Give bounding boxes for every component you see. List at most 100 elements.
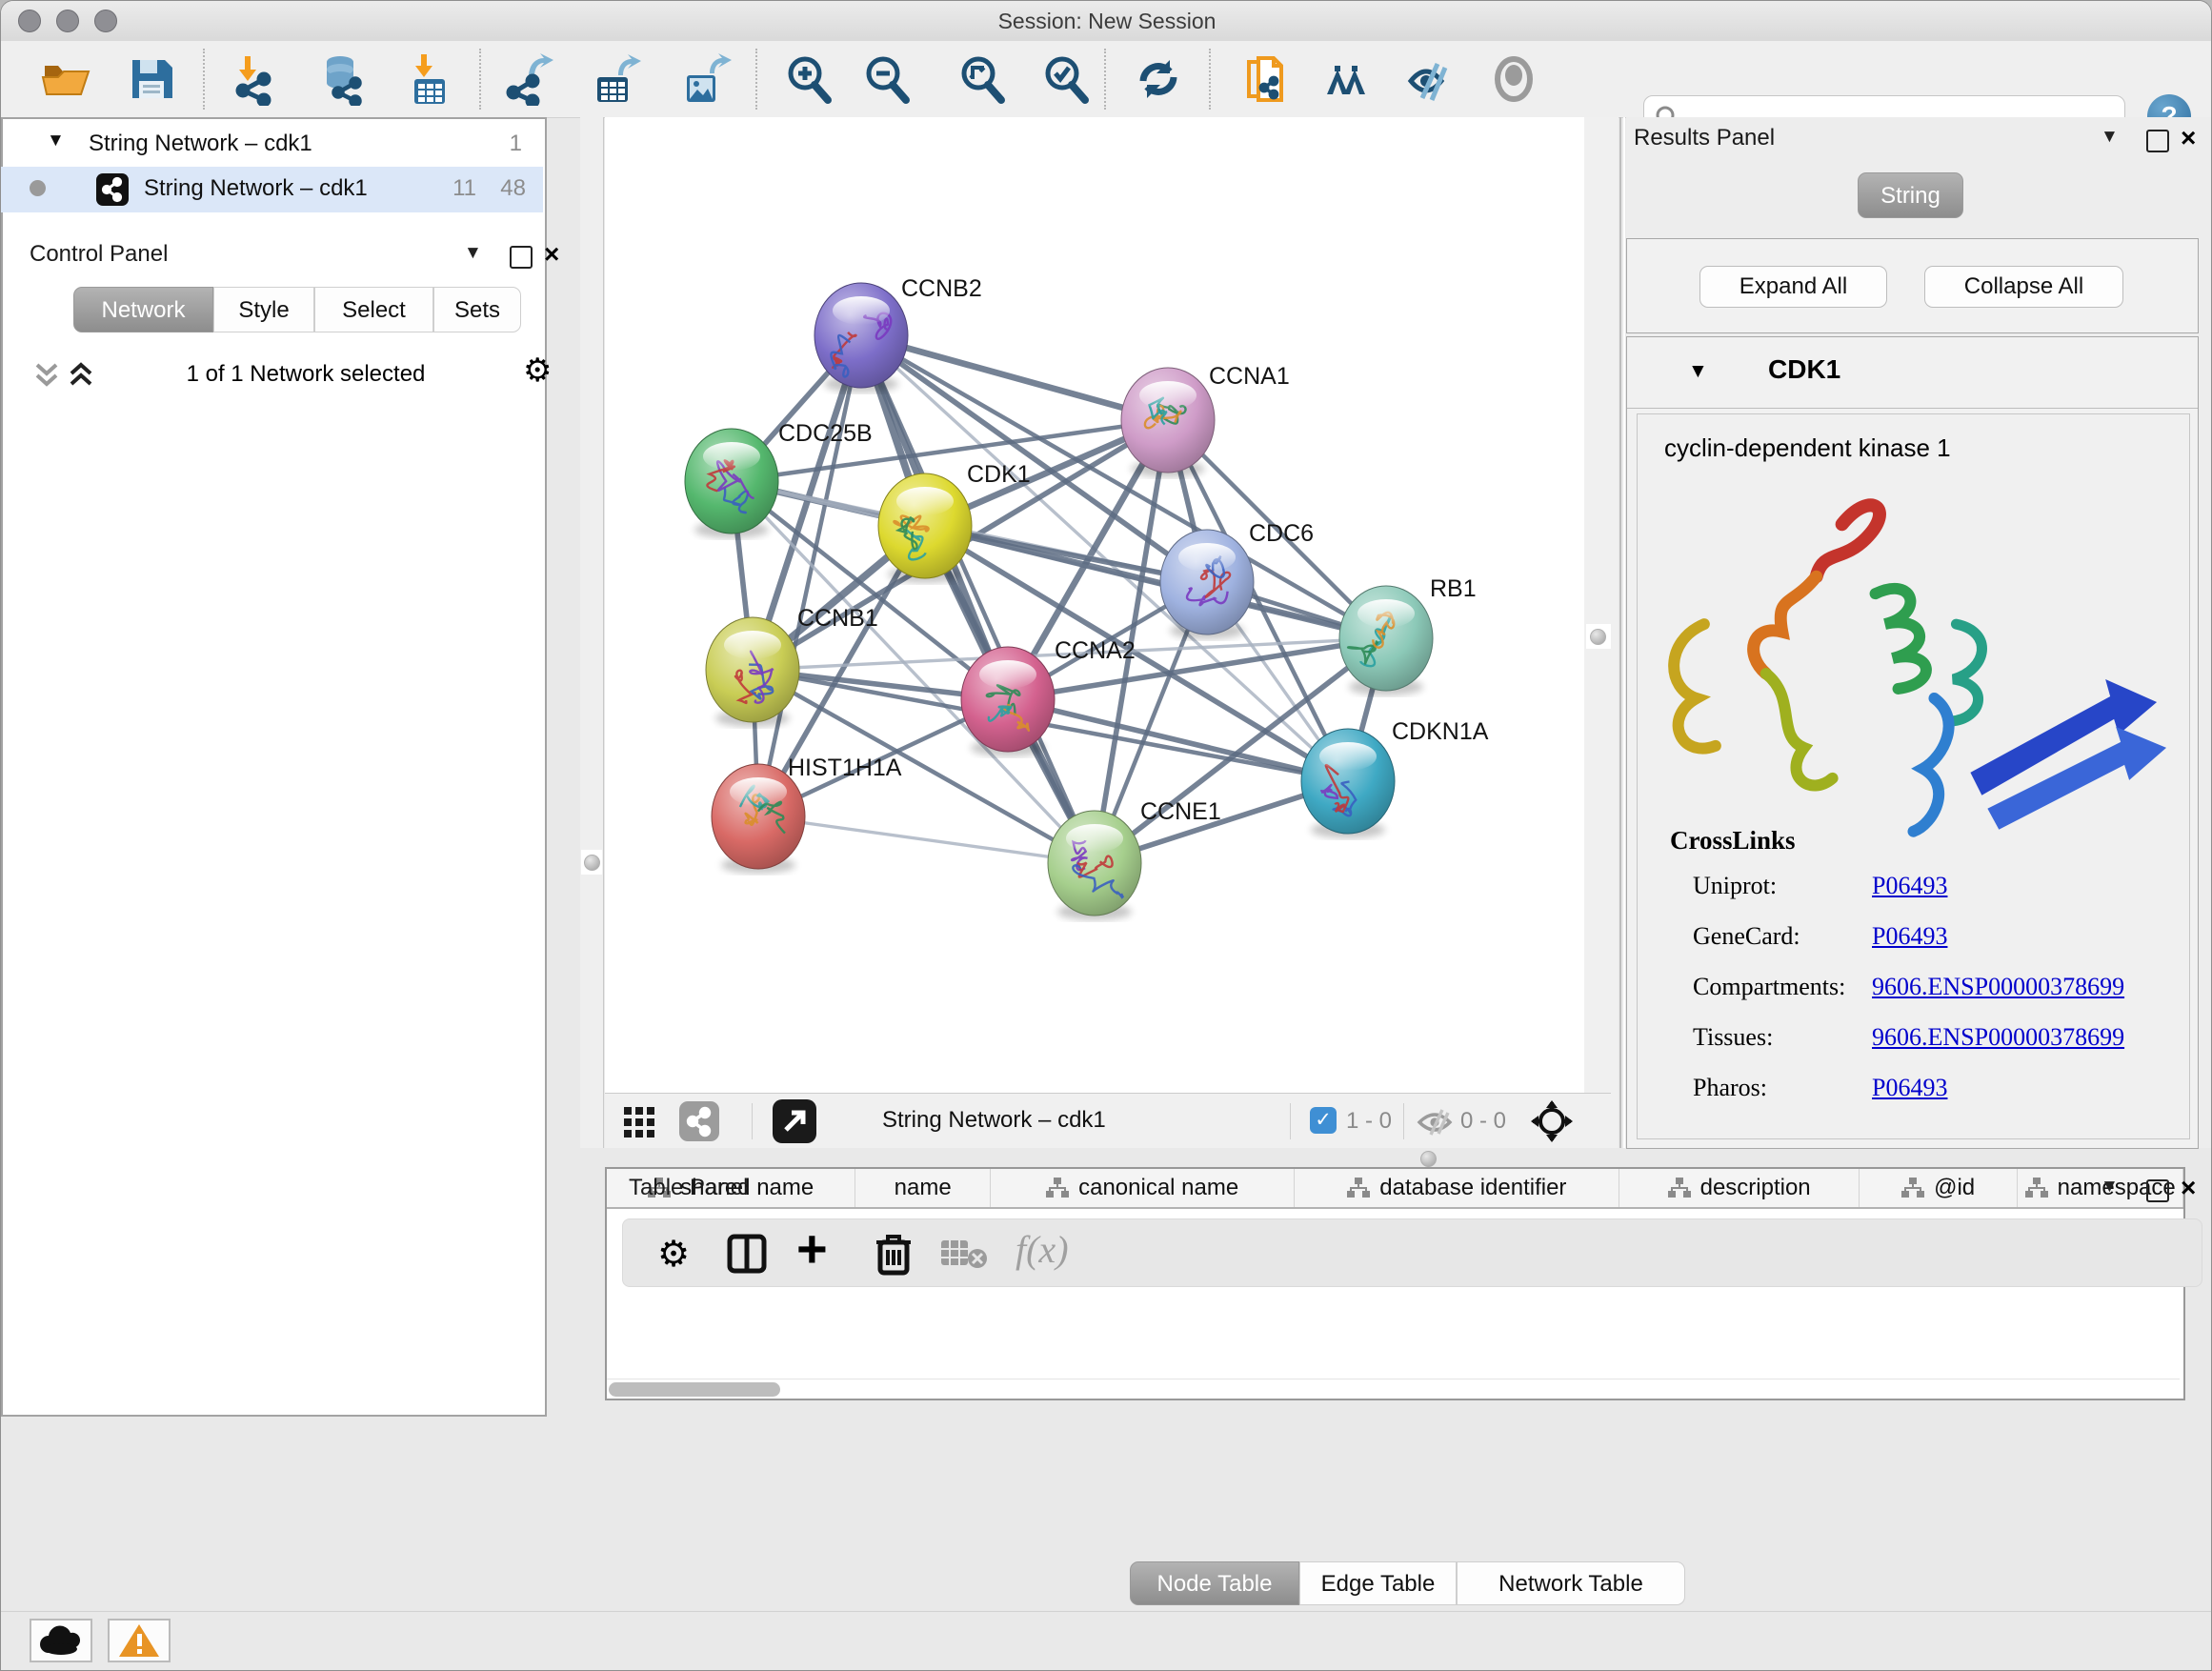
network-graph: CCNB2CCNA1CDC25BCDK1CDC6RB1CCNB1CCNA2CDK… (605, 117, 1584, 1093)
crosslink-link[interactable]: P06493 (1872, 872, 1947, 900)
grid-view-icon[interactable] (624, 1107, 654, 1137)
collapse-all-button[interactable]: Collapse All (1924, 266, 2123, 308)
table-panel-collapse-icon[interactable]: ▼ (2101, 1177, 2119, 1198)
node-CCNB1[interactable] (706, 617, 799, 727)
left-splitter[interactable] (580, 117, 604, 1148)
right-splitter[interactable] (1584, 117, 1619, 1148)
hidden-eye-slash-icon[interactable] (1417, 1109, 1453, 1136)
results-panel-float-icon[interactable] (2146, 130, 2169, 152)
function-builder-icon[interactable]: f(x) (1016, 1227, 1069, 1272)
protein-expand-icon[interactable]: ▼ (1688, 360, 1708, 383)
open-in-window-icon[interactable] (773, 1099, 816, 1143)
column-header-name[interactable]: name (855, 1169, 991, 1207)
add-column-icon[interactable]: + (796, 1218, 828, 1279)
import-network-button[interactable] (228, 52, 281, 106)
zoom-in-button[interactable] (782, 52, 835, 106)
window-title: Session: New Session (1, 1, 2212, 41)
node-CCNA1[interactable] (1121, 368, 1215, 477)
crosslink-link[interactable]: 9606.ENSP00000378699 (1872, 1023, 2124, 1052)
hide-selected-button[interactable] (1403, 52, 1457, 106)
crosslink-link[interactable]: P06493 (1872, 1074, 1947, 1102)
tab-sets[interactable]: Sets (433, 287, 521, 332)
node-CDC25B[interactable] (685, 429, 778, 538)
right-splitter-handle[interactable] (1590, 629, 1606, 645)
collapse-all-tree-icon[interactable] (68, 361, 100, 390)
birdseye-crosshair-icon[interactable] (1531, 1100, 1573, 1142)
control-panel-title: Control Panel (30, 241, 168, 268)
network-row[interactable]: String Network – cdk1 11 48 (1, 167, 543, 212)
show-columns-icon[interactable] (726, 1233, 768, 1275)
warning-status-button[interactable] (108, 1619, 171, 1662)
zoom-out-button[interactable] (860, 52, 914, 106)
results-panel-collapse-icon[interactable]: ▼ (2101, 127, 2119, 148)
table-panel-float-icon[interactable] (2146, 1179, 2169, 1202)
column-header-database-identifier[interactable]: database identifier (1295, 1169, 1619, 1207)
status-bar: Memory (1, 1611, 2212, 1671)
edge-CCNB2-HIST1H1A[interactable] (758, 335, 861, 816)
show-all-button[interactable] (1487, 52, 1540, 106)
clone-network-button[interactable] (1241, 52, 1295, 106)
tab-node-table[interactable]: Node Table (1130, 1561, 1299, 1605)
table-panel-close-icon[interactable]: × (2181, 1173, 2196, 1203)
tab-edge-table[interactable]: Edge Table (1299, 1561, 1457, 1605)
cloud-icon (31, 1621, 90, 1661)
export-network-icon (504, 52, 557, 106)
column-header-description[interactable]: description (1619, 1169, 1859, 1207)
node-RB1[interactable] (1339, 586, 1433, 695)
tab-network-table[interactable]: Network Table (1457, 1561, 1685, 1605)
export-table-icon (590, 52, 643, 106)
node-CCNE1[interactable] (1048, 811, 1141, 920)
network-share-icon[interactable] (679, 1101, 719, 1141)
node-label-CCNB1: CCNB1 (797, 605, 878, 632)
expand-all-button[interactable]: Expand All (1699, 266, 1887, 308)
save-session-button[interactable] (125, 52, 178, 106)
crosslink-link[interactable]: 9606.ENSP00000378699 (1872, 973, 2124, 1001)
export-table-button[interactable] (590, 52, 643, 106)
left-splitter-handle[interactable] (584, 855, 600, 871)
column-header-canonical-name[interactable]: canonical name (991, 1169, 1295, 1207)
tab-select[interactable]: Select (314, 287, 433, 332)
cloud-status-button[interactable] (30, 1619, 92, 1662)
network-options-gear-icon[interactable]: ⚙ (523, 352, 552, 390)
crosslink-link[interactable]: P06493 (1872, 922, 1947, 951)
import-table-button[interactable] (403, 52, 456, 106)
footer-separator (752, 1103, 753, 1139)
table-panel-title: Table Panel (629, 1175, 748, 1201)
import-network-from-database-button[interactable] (315, 52, 369, 106)
delete-table-icon[interactable] (941, 1238, 989, 1269)
node-label-CDKN1A: CDKN1A (1392, 718, 1489, 745)
expand-all-tree-icon[interactable] (33, 361, 66, 390)
tab-string[interactable]: String (1858, 172, 1963, 218)
node-CDKN1A[interactable] (1301, 729, 1395, 838)
open-session-button[interactable] (39, 52, 92, 106)
tab-network[interactable]: Network (73, 287, 213, 332)
control-panel-tabs: NetworkStyleSelectSets (73, 287, 521, 332)
table-horizontal-scrollbar[interactable] (609, 1382, 780, 1397)
collection-expand-icon[interactable]: ▼ (47, 131, 65, 151)
tab-style[interactable]: Style (213, 287, 314, 332)
export-network-button[interactable] (504, 52, 557, 106)
panel-divider (1619, 117, 1621, 1148)
first-neighbors-button[interactable] (1323, 52, 1377, 106)
selected-nodes-checkbox-icon[interactable]: ✓ (1310, 1107, 1337, 1134)
crosslink-row: Tissues:9606.ENSP00000378699 (1693, 1023, 2169, 1052)
horizontal-splitter[interactable] (605, 1148, 2212, 1167)
edge-CCNB2-CCNE1[interactable] (861, 335, 1095, 863)
control-panel-close-icon[interactable]: × (544, 239, 559, 270)
zoom-fit-button[interactable] (955, 52, 1009, 106)
toolbar-separator (479, 49, 481, 110)
export-image-button[interactable] (679, 52, 733, 106)
delete-column-trash-icon[interactable] (873, 1231, 915, 1277)
node-label-CCNB2: CCNB2 (901, 275, 982, 302)
control-panel-collapse-icon[interactable]: ▼ (464, 243, 482, 264)
zoom-selected-button[interactable] (1039, 52, 1093, 106)
column-header--id[interactable]: @id (1860, 1169, 2019, 1207)
network-canvas[interactable]: CCNB2CCNA1CDC25BCDK1CDC6RB1CCNB1CCNA2CDK… (605, 117, 1584, 1093)
table-settings-gear-icon[interactable]: ⚙ (657, 1233, 690, 1276)
horizontal-splitter-handle[interactable] (1420, 1151, 1437, 1167)
edge-HIST1H1A-CCNE1[interactable] (758, 816, 1095, 863)
results-panel-close-icon[interactable]: × (2181, 123, 2196, 153)
network-collection-row[interactable]: ▼ String Network – cdk1 1 (1, 125, 543, 167)
control-panel-float-icon[interactable] (510, 246, 533, 269)
refresh-button[interactable] (1132, 52, 1185, 106)
